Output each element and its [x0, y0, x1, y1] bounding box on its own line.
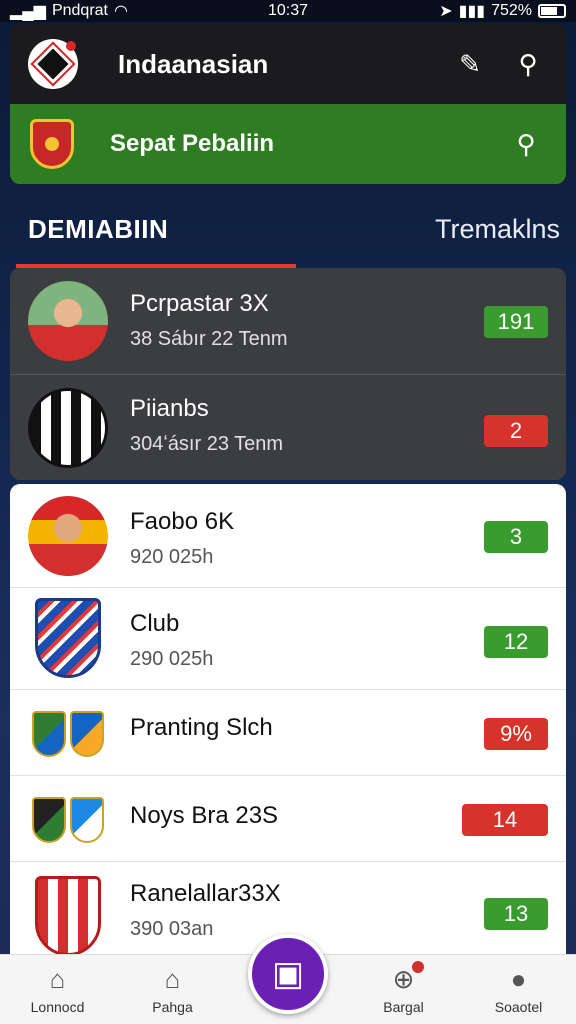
store-icon: ⌂ [164, 964, 181, 994]
row-sub: 38 Sábır 22 Tenm [130, 328, 288, 350]
tab-other[interactable]: Tremaklns [435, 214, 560, 245]
status-left: ▂▄▆ Pndqrat ◠ [10, 1, 128, 21]
score-badge: 191 [484, 306, 548, 338]
row-sub: 390 03an [130, 918, 214, 940]
row-text: Pranting Slch [130, 714, 273, 742]
profile-icon: ● [510, 964, 527, 994]
score-badge: 2 [484, 415, 548, 447]
target-icon: ⊕ [393, 961, 425, 993]
ticket-icon: ▣ [271, 955, 305, 993]
row-name: Pranting Slch [130, 714, 273, 741]
section-header: Sepat Pebaliin ⚲ [10, 104, 566, 184]
app-header: Indaanasian ✎ ⚲ [10, 24, 566, 104]
signal-icon: ▂▄▆ [10, 3, 46, 20]
ticket-fab-button[interactable]: ▣ [248, 934, 328, 1014]
row-text: Club 290 025h [130, 610, 213, 671]
home-icon: ⌂ [49, 964, 66, 994]
app-logo-icon[interactable] [28, 39, 78, 89]
row-name: Noys Bra 23S [130, 802, 279, 829]
section-title: Sepat Pebaliin [110, 130, 275, 157]
nav-store[interactable]: ⌂ Pahga [115, 955, 230, 1024]
list-item[interactable]: Club 290 025h 12 [10, 588, 566, 690]
carrier-name: Pndqrat [51, 2, 108, 19]
player-avatar [28, 496, 108, 576]
section-search-icon[interactable]: ⚲ [506, 124, 546, 164]
list-item[interactable]: Faobo 6K 920 025h 3 [10, 484, 566, 588]
location-icon: ➤ [439, 3, 453, 20]
club-crests-icon [28, 694, 108, 774]
row-sub: 290 025h [130, 648, 214, 670]
club-crest-icon [28, 876, 108, 954]
club-crest-icon [28, 598, 108, 678]
row-text: Noys Bra 23S [130, 802, 278, 830]
row-name: Club [130, 610, 180, 637]
score-badge: 9% [484, 718, 548, 750]
tab-active[interactable]: DEMIABIIN [28, 214, 168, 245]
score-badge: 14 [462, 804, 548, 836]
row-name: Piianbs [130, 395, 209, 422]
club-shield-icon [30, 119, 74, 169]
score-badge: 13 [484, 898, 548, 930]
nav-label: Lonnocd [30, 999, 85, 1015]
app-title: Indaanasian [118, 48, 269, 79]
score-badge: 3 [484, 521, 548, 553]
status-bar: ▂▄▆ Pndqrat ◠ 10:37 ➤ ▮▮▮ 752% [0, 0, 576, 22]
club-logo-icon [28, 388, 108, 468]
row-sub: 920 025h [130, 546, 214, 568]
row-text: Ranelallar33X 390 03an [130, 880, 281, 941]
nav-profile[interactable]: ● Soaotel [461, 955, 576, 1024]
battery-percent: 752% [491, 2, 532, 19]
status-right: ➤ ▮▮▮ 752% [439, 1, 566, 21]
score-badge: 12 [484, 626, 548, 658]
nav-label: Pahga [152, 999, 193, 1015]
highlight-list: Pcrpastar 3X 38 Sábır 22 Tenm 191 Piianb… [10, 268, 566, 480]
row-sub: 304ʻásır 23 Tenm [130, 433, 284, 455]
row-name: Pcrpastar 3X [130, 290, 269, 317]
list-item[interactable]: Pcrpastar 3X 38 Sábır 22 Tenm 191 [10, 268, 566, 374]
search-icon[interactable]: ⚲ [508, 44, 548, 84]
nav-target[interactable]: ⊕ Bargal [346, 955, 461, 1024]
cell-bars-icon: ▮▮▮ [458, 3, 486, 20]
row-name: Faobo 6K [130, 508, 235, 535]
list-item[interactable]: Pranting Slch 9% [10, 690, 566, 776]
player-avatar [28, 281, 108, 361]
tab-bar: DEMIABIIN Tremaklns [16, 206, 560, 268]
row-text: Faobo 6K 920 025h [130, 508, 234, 569]
nav-label: Bargal [383, 999, 424, 1015]
nav-label: Soaotel [494, 999, 543, 1015]
battery-icon [538, 4, 566, 18]
club-list: Faobo 6K 920 025h 3 Club 290 025h 12 Pra… [10, 484, 566, 954]
nav-home[interactable]: ⌂ Lonnocd [0, 955, 115, 1024]
notification-dot [412, 961, 425, 973]
club-crests-icon [28, 780, 108, 860]
edit-icon[interactable]: ✎ [450, 44, 490, 84]
list-item[interactable]: Piianbs 304ʻásır 23 Tenm 2 [10, 374, 566, 480]
wifi-icon: ◠ [114, 3, 128, 20]
row-text: Piianbs 304ʻásır 23 Tenm [130, 395, 283, 456]
list-item[interactable]: Noys Bra 23S 14 [10, 776, 566, 862]
row-name: Ranelallar33X [130, 880, 281, 907]
row-text: Pcrpastar 3X 38 Sábır 22 Tenm [130, 290, 288, 351]
